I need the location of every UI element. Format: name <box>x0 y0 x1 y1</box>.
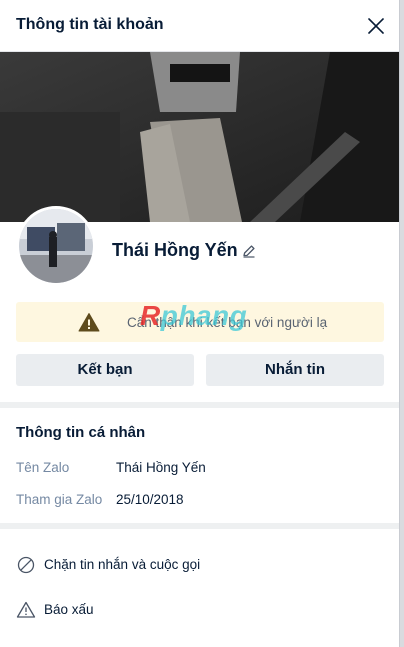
cover-image <box>0 52 399 222</box>
avatar[interactable] <box>16 206 96 286</box>
block-action-label: Chặn tin nhắn và cuộc gọi <box>44 557 201 572</box>
report-action[interactable]: Báo xấu <box>0 590 399 630</box>
panel-header: Thông tin tài khoản <box>0 0 399 52</box>
watermark-first-letter: R <box>140 300 161 331</box>
watermark-logo: Rphang <box>140 300 247 332</box>
add-friend-button[interactable]: Kết bạn <box>16 354 194 386</box>
personal-info-title: Thông tin cá nhân <box>16 424 146 441</box>
panel-title: Thông tin tài khoản <box>16 16 164 33</box>
block-icon <box>17 556 35 574</box>
zalo-name-label: Tên Zalo <box>16 460 70 475</box>
section-divider <box>0 402 399 408</box>
profile-name: Thái Hồng Yến <box>112 240 238 260</box>
message-button[interactable]: Nhắn tin <box>206 354 384 386</box>
section-divider <box>0 523 399 529</box>
account-info-panel: Thông tin tài khoản Thái Hồng Yến Cẩn th… <box>0 0 400 647</box>
block-messages-calls-action[interactable]: Chặn tin nhắn và cuộc gọi <box>0 545 399 585</box>
edit-name-button[interactable] <box>240 242 258 260</box>
close-icon <box>368 18 384 34</box>
warning-triangle-icon <box>16 601 36 618</box>
zalo-name-value: Thái Hồng Yến <box>116 460 206 475</box>
join-date-label: Tham gia Zalo <box>16 492 103 507</box>
report-action-label: Báo xấu <box>44 602 94 617</box>
avatar-image <box>19 209 93 283</box>
close-button[interactable] <box>362 12 390 40</box>
watermark-rest: phang <box>160 300 248 331</box>
warning-icon <box>78 313 100 332</box>
pencil-icon <box>243 245 255 258</box>
cover-photo[interactable] <box>0 52 399 222</box>
join-date-value: 25/10/2018 <box>116 492 184 507</box>
